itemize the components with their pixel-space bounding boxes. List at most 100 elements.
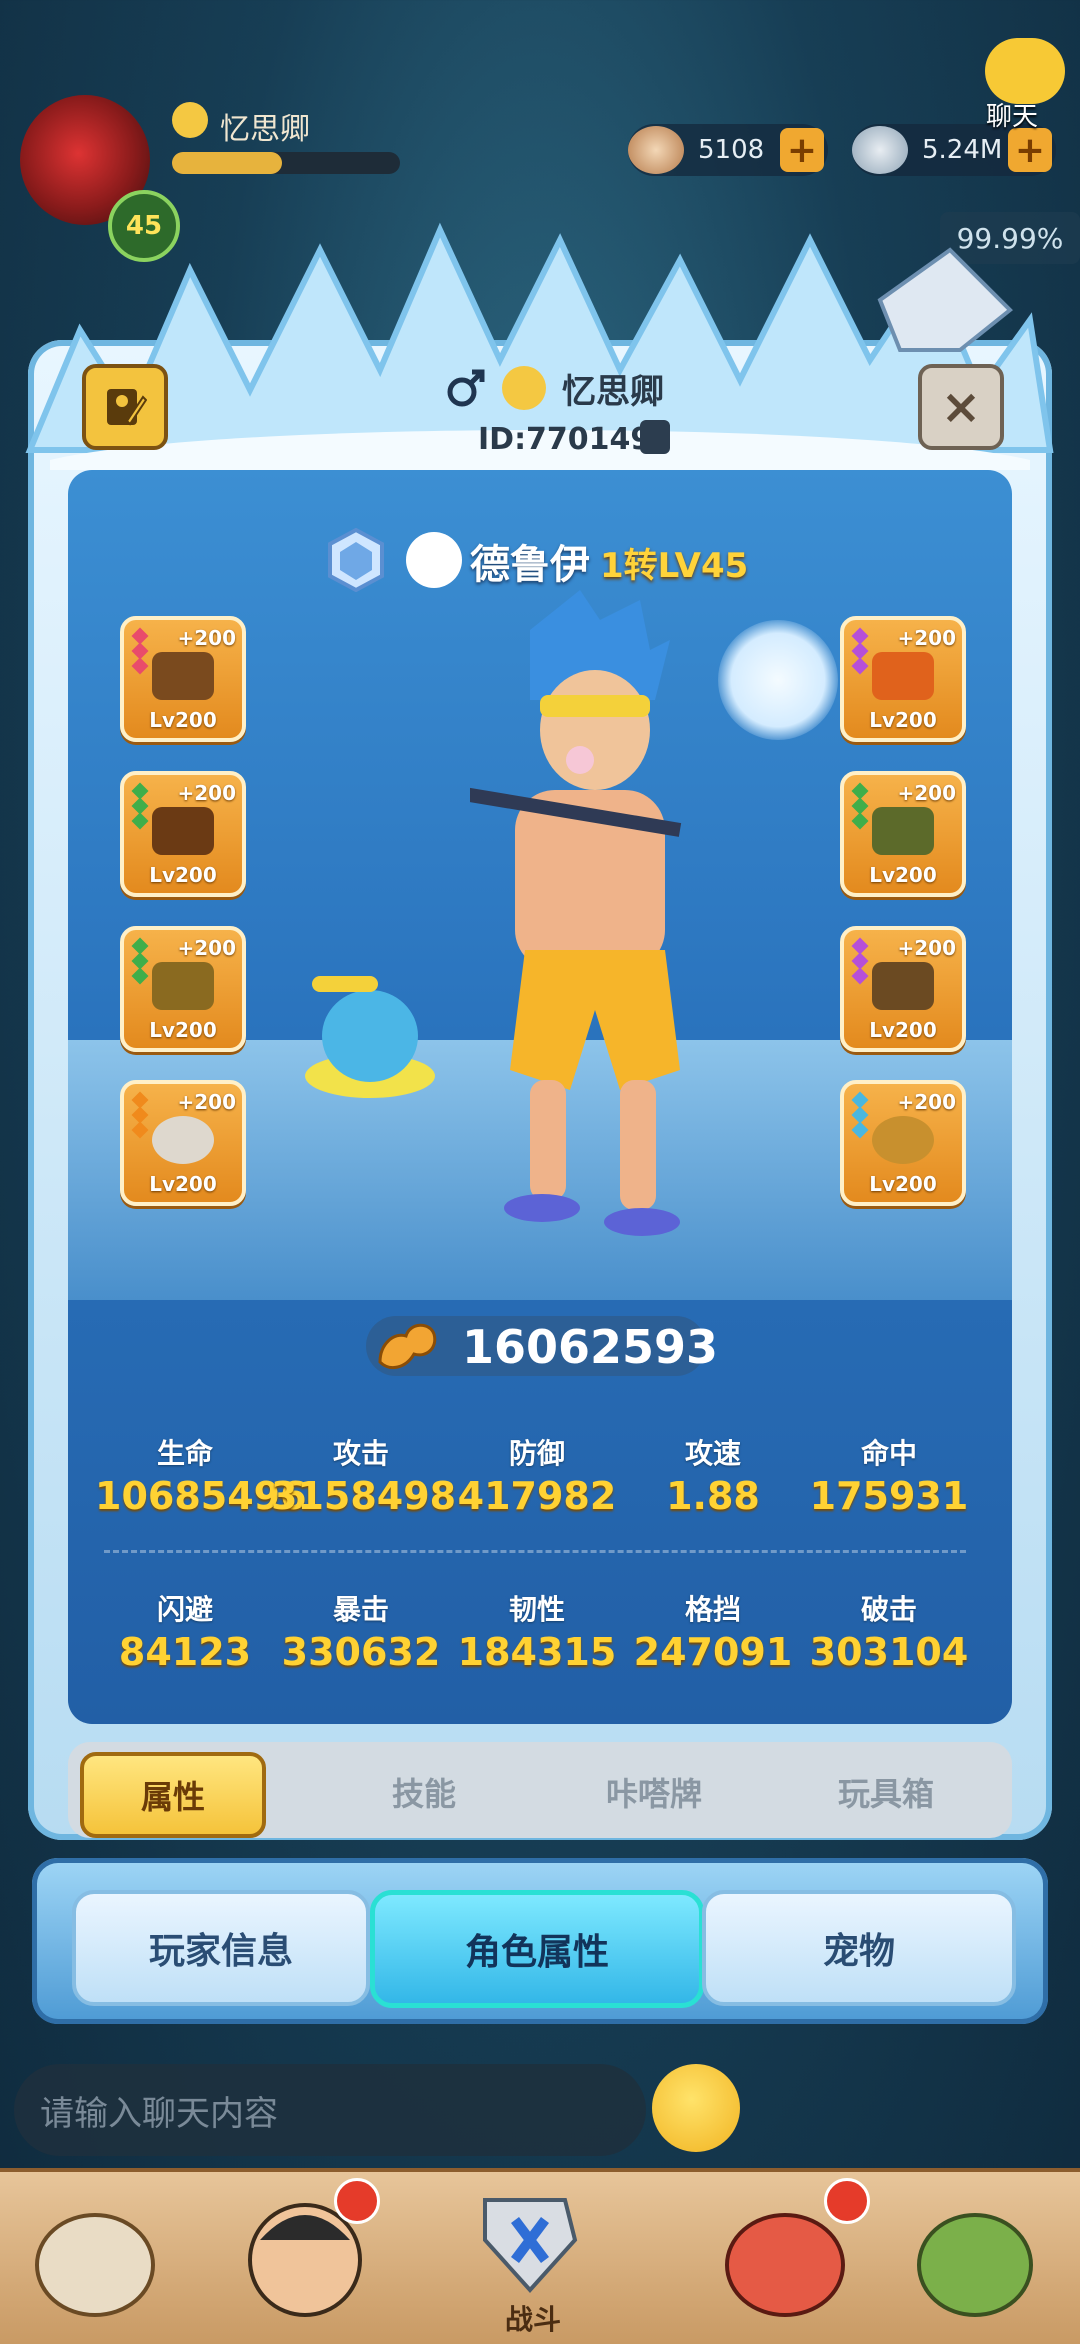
character-model xyxy=(470,590,682,1236)
stat-value-defense: 417982 xyxy=(457,1474,617,1518)
class-name: 德鲁伊 xyxy=(470,542,590,588)
chat-label[interactable]: 聊天 xyxy=(986,96,1038,133)
copy-id-icon[interactable] xyxy=(640,420,670,454)
stat-label-hp: 生命 xyxy=(156,1437,213,1470)
hud-player-name: 忆思卿 xyxy=(220,112,310,147)
equip-slot-left-2[interactable]: +200 Lv200 xyxy=(120,771,246,897)
coin-resource: 5108 + xyxy=(628,124,828,176)
bracelet-item-icon xyxy=(152,1116,214,1164)
staff-item-icon xyxy=(152,807,214,855)
nav-character-4[interactable] xyxy=(900,2180,1070,2330)
pearl-icon xyxy=(852,126,908,174)
gem-icons xyxy=(131,1091,149,1139)
stat-label-crit: 暴击 xyxy=(332,1593,389,1626)
close-button[interactable]: × xyxy=(918,364,1004,450)
item-level: Lv200 xyxy=(149,863,217,887)
stat-value-hp: 10685496 xyxy=(95,1474,307,1518)
edit-icon xyxy=(107,389,147,426)
equip-slot-right-3[interactable]: +200 Lv200 xyxy=(840,926,966,1052)
stat-value-pierce: 303104 xyxy=(809,1630,969,1674)
profile-smiley-icon xyxy=(502,366,546,410)
gem-icons xyxy=(131,627,149,675)
enhance-level: +200 xyxy=(177,626,236,650)
stat-label-attack: 攻击 xyxy=(332,1437,389,1470)
equip-slot-left-3[interactable]: +200 Lv200 xyxy=(120,926,246,1052)
stat-value-hit: 175931 xyxy=(809,1474,969,1518)
name-smiley-icon xyxy=(172,102,208,138)
enhance-level: +200 xyxy=(177,936,236,960)
profile-player-name: 忆思卿 xyxy=(562,372,664,412)
add-pearls-button[interactable]: + xyxy=(1008,128,1052,172)
stat-label-defense: 防御 xyxy=(508,1437,565,1470)
pearl-value: 5.24M xyxy=(922,135,1003,165)
enhance-level: +200 xyxy=(177,1090,236,1114)
male-icon xyxy=(447,369,485,407)
armor-item-icon xyxy=(872,962,934,1010)
moon-decoration xyxy=(718,620,838,740)
notification-badge xyxy=(334,2178,380,2224)
item-level: Lv200 xyxy=(869,708,937,732)
tab-skills[interactable]: 技能 xyxy=(336,1752,512,1832)
equip-slot-right-2[interactable]: +200 Lv200 xyxy=(840,771,966,897)
nav-battle-label[interactable]: 战斗 xyxy=(505,2298,561,2338)
necklace-item-icon xyxy=(872,1116,934,1164)
tab-cards[interactable]: 咔嗒牌 xyxy=(566,1752,742,1832)
coin-value: 5108 xyxy=(698,135,765,165)
notification-badge xyxy=(824,2178,870,2224)
gem-icons xyxy=(851,937,869,985)
enhance-level: +200 xyxy=(897,1090,956,1114)
stat-value-attack: 3158498 xyxy=(271,1474,457,1518)
edit-signature-button[interactable] xyxy=(82,364,168,450)
weapon-item-icon xyxy=(152,652,214,700)
gem-icons xyxy=(851,627,869,675)
yeti-icon xyxy=(35,2213,155,2317)
sword-shield-icon xyxy=(483,2198,578,2293)
chat-input[interactable]: 请输入聊天内容 xyxy=(14,2064,646,2156)
equip-slot-right-4[interactable]: +200 Lv200 xyxy=(840,1080,966,1206)
stat-value-attack-speed: 1.88 xyxy=(666,1474,760,1518)
equip-slot-right-1[interactable]: +200 Lv200 xyxy=(840,616,966,742)
tab-attributes[interactable]: 属性 xyxy=(80,1752,266,1838)
equip-slot-left-4[interactable]: +200 Lv200 xyxy=(120,1080,246,1206)
enhance-level: +200 xyxy=(897,626,956,650)
rank-badge-icon xyxy=(328,528,384,592)
enhance-level: +200 xyxy=(177,781,236,805)
combat-power-value: 16062593 xyxy=(462,1320,719,1374)
exp-bar-fill xyxy=(172,152,282,174)
item-level: Lv200 xyxy=(869,863,937,887)
close-icon: × xyxy=(940,379,982,435)
gem-icons xyxy=(851,782,869,830)
stat-value-block: 247091 xyxy=(633,1630,793,1674)
tab-pets[interactable]: 宠物 xyxy=(702,1890,1016,2006)
tab-player-info[interactable]: 玩家信息 xyxy=(72,1890,370,2006)
stat-value-toughness: 184315 xyxy=(457,1630,617,1674)
equip-slot-left-1[interactable]: +200 Lv200 xyxy=(120,616,246,742)
chat-icon[interactable] xyxy=(985,38,1065,104)
item-level: Lv200 xyxy=(149,708,217,732)
stat-value-crit: 330632 xyxy=(281,1630,441,1674)
item-level: Lv200 xyxy=(869,1018,937,1042)
nav-character-1[interactable] xyxy=(20,2180,190,2330)
stat-label-toughness: 韧性 xyxy=(508,1593,565,1626)
muscle-icon xyxy=(378,1323,437,1370)
item-level: Lv200 xyxy=(149,1172,217,1196)
gem-icons xyxy=(131,782,149,830)
food-item-icon xyxy=(152,962,214,1010)
druid-class-icon xyxy=(406,532,462,588)
enhance-level: +200 xyxy=(897,781,956,805)
emoji-icon[interactable] xyxy=(652,2064,740,2152)
tab-character-attributes[interactable]: 角色属性 xyxy=(370,1890,704,2008)
tab-toybox[interactable]: 玩具箱 xyxy=(798,1752,974,1832)
stat-label-block: 格挡 xyxy=(684,1593,741,1626)
stat-label-dodge: 闪避 xyxy=(156,1593,213,1626)
add-coins-button[interactable]: + xyxy=(780,128,824,172)
shell-coin-icon xyxy=(628,126,684,174)
stat-label-attack-speed: 攻速 xyxy=(684,1437,741,1470)
stat-label-pierce: 破击 xyxy=(860,1593,917,1626)
stats-divider xyxy=(104,1550,966,1553)
stat-label-hit: 命中 xyxy=(860,1437,917,1470)
player-id: ID:770149 xyxy=(478,422,652,457)
hat-item-icon xyxy=(872,807,934,855)
class-level: 1转LV45 xyxy=(600,546,749,586)
feather-item-icon xyxy=(872,652,934,700)
